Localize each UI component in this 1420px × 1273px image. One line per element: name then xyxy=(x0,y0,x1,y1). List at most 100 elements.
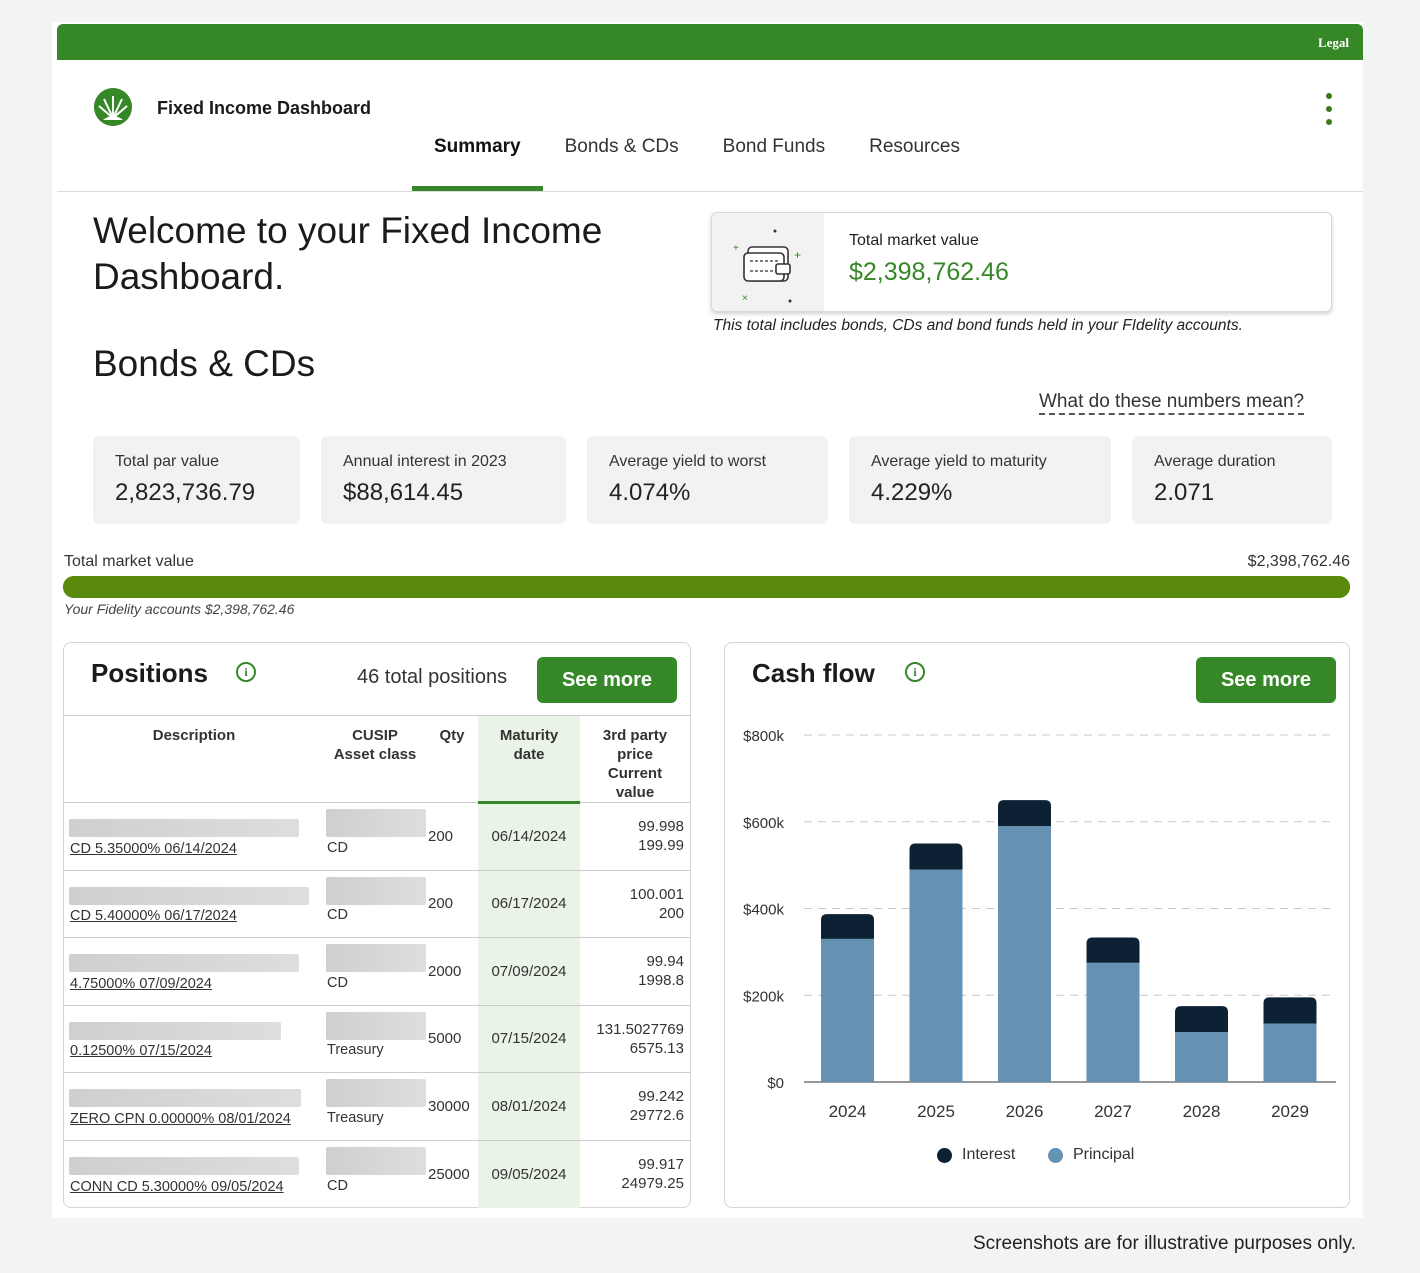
third-party-price: 99.242 xyxy=(638,1088,684,1106)
redacted-block xyxy=(69,1021,281,1040)
redacted-block xyxy=(326,1011,426,1040)
price-cell: 99.94 1998.8 xyxy=(580,937,690,1006)
third-party-price: 99.917 xyxy=(638,1156,684,1173)
price-cell: 99.917 24979.25 xyxy=(580,1140,690,1208)
bonds-cds-heading: Bonds & CDs xyxy=(93,343,316,384)
position-description-link[interactable]: CD 5.40000% 06/17/2024 xyxy=(70,908,237,924)
stat-value: 4.229% xyxy=(871,479,953,506)
interest-bar xyxy=(998,800,1051,827)
maturity-cell: 06/14/2024 xyxy=(478,802,580,871)
position-description-link[interactable]: 4.75000% 07/09/2024 xyxy=(70,976,212,992)
market-value-label: Total market value xyxy=(849,232,979,249)
qty-cell: 30000 xyxy=(426,1072,478,1141)
total-bar-label: Total market value xyxy=(64,553,194,570)
positions-see-more-button[interactable]: See more xyxy=(537,657,677,703)
maturity-cell: 07/09/2024 xyxy=(478,937,580,1006)
table-row: ZERO CPN 0.00000% 08/01/2024 Treasury 3000… xyxy=(64,1072,690,1141)
table-row: CD 5.40000% 06/17/2024 CD 200 06/17/2024 100… xyxy=(64,870,690,938)
stat-yield-to-maturity: Average yield to maturity 4.229% xyxy=(849,436,1111,524)
cusip-cell: Treasury xyxy=(324,1005,426,1073)
x-tick-label: 2025 xyxy=(917,1102,955,1121)
y-tick-label: $200k xyxy=(743,988,784,1005)
current-value: 199.99 xyxy=(638,837,684,855)
redacted-block xyxy=(69,819,299,837)
market-value-note: This total includes bonds, CDs and bond … xyxy=(713,317,1243,334)
stat-label: Average yield to maturity xyxy=(871,453,1047,470)
positions-table: Description CUSIP Asset class Qty Maturit… xyxy=(64,715,690,1208)
fidelity-accounts-note: Your Fidelity accounts $2,398,762.46 xyxy=(64,601,295,617)
third-party-price: 100.001 xyxy=(629,885,684,903)
redacted-block xyxy=(69,1089,301,1107)
y-tick-label: $800k xyxy=(743,728,784,745)
cashflow-chart: $0 $200k $400k $600k $800k 2024 2025 2026 2027 20… xyxy=(743,728,1336,1121)
tab-divider xyxy=(57,191,1363,192)
position-description-link[interactable]: 0.12500% 07/15/2024 xyxy=(70,1043,212,1059)
principal-bar xyxy=(821,938,874,1082)
info-icon[interactable]: i xyxy=(905,662,925,682)
x-tick-label: 2029 xyxy=(1271,1102,1309,1121)
asset-class: Treasury xyxy=(327,1109,384,1126)
x-tick-label: 2027 xyxy=(1094,1102,1132,1121)
positions-table-body: CD 5.35000% 06/14/2024 CD 200 06/14/2024 99.… xyxy=(64,802,690,1208)
positions-panel: Positions i 46 total positions See more … xyxy=(63,642,691,1208)
total-bar-value: $2,398,762.46 xyxy=(1247,553,1350,570)
legal-link[interactable]: Legal xyxy=(1318,35,1349,51)
price-cell: 100.001 200 xyxy=(580,870,690,938)
maturity-cell: 09/05/2024 xyxy=(478,1140,580,1208)
position-description-link[interactable]: CONN CD 5.30000% 09/05/2024 xyxy=(70,1179,284,1195)
interest-bar xyxy=(1086,937,1140,963)
tab-bonds-cds[interactable]: Bonds & CDs xyxy=(543,134,701,192)
column-header-price: 3rd party price Current value xyxy=(580,715,690,803)
cusip-cell: CD xyxy=(324,937,426,1006)
svg-text:+: + xyxy=(794,248,801,262)
asset-class: CD xyxy=(327,907,348,923)
redacted-block xyxy=(326,876,426,905)
redacted-block xyxy=(69,886,309,905)
cusip-cell: CD xyxy=(324,870,426,938)
qty-cell: 200 xyxy=(426,802,478,871)
wallet-icon: + + × xyxy=(712,213,824,311)
legend-interest: Interest xyxy=(937,1146,1015,1164)
current-value: 200 xyxy=(658,904,684,922)
asset-class: CD xyxy=(327,1177,348,1194)
redacted-block xyxy=(326,809,426,837)
position-description-link[interactable]: ZERO CPN 0.00000% 08/01/2024 xyxy=(70,1111,291,1127)
column-header-description: Description xyxy=(64,715,324,803)
column-header-maturity[interactable]: Maturity date xyxy=(478,715,580,804)
more-options-icon[interactable] xyxy=(1319,93,1339,125)
third-party-price: 131.5027769 xyxy=(596,1020,684,1038)
y-tick-label: $0 xyxy=(767,1075,784,1092)
cusip-cell: CD xyxy=(324,1140,426,1208)
description-cell: CD 5.35000% 06/14/2024 xyxy=(64,802,324,871)
svg-text:×: × xyxy=(742,293,748,304)
current-value: 29772.6 xyxy=(629,1107,684,1125)
description-cell: CONN CD 5.30000% 09/05/2024 xyxy=(64,1140,324,1208)
cashflow-see-more-button[interactable]: See more xyxy=(1196,657,1336,703)
cashflow-title: Cash flow xyxy=(752,658,875,688)
interest-legend-dot xyxy=(937,1147,952,1163)
stat-label: Total par value xyxy=(115,453,220,470)
stat-label: Average duration xyxy=(1154,453,1276,470)
stat-yield-to-worst: Average yield to worst 4.074% xyxy=(587,436,828,524)
tab-bond-funds[interactable]: Bond Funds xyxy=(701,134,847,192)
interest-bar xyxy=(909,843,963,870)
tab-summary[interactable]: Summary xyxy=(412,134,543,192)
third-party-price: 99.998 xyxy=(638,818,684,836)
price-cell: 99.242 29772.6 xyxy=(580,1072,690,1141)
principal-bar xyxy=(909,869,963,1082)
third-party-price: 99.94 xyxy=(646,953,684,971)
current-value: 24979.25 xyxy=(621,1175,684,1192)
tab-resources[interactable]: Resources xyxy=(847,134,982,192)
stat-value: 2.071 xyxy=(1154,479,1215,506)
stat-value: $88,614.45 xyxy=(343,479,464,506)
qty-cell: 200 xyxy=(426,870,478,938)
positions-title: Positions xyxy=(91,658,209,688)
position-description-link[interactable]: CD 5.35000% 06/14/2024 xyxy=(70,841,237,857)
principal-bar xyxy=(1086,962,1140,1082)
market-value-card: + + × Total market value $2,398,762.46 xyxy=(711,212,1332,312)
stat-average-duration: Average duration 2.071 xyxy=(1132,436,1332,524)
info-icon[interactable]: i xyxy=(236,662,256,682)
asset-class: CD xyxy=(327,839,348,856)
numbers-help-link[interactable]: What do these numbers mean? xyxy=(1039,391,1305,415)
stat-total-par-value: Total par value 2,823,736.79 xyxy=(93,436,300,524)
